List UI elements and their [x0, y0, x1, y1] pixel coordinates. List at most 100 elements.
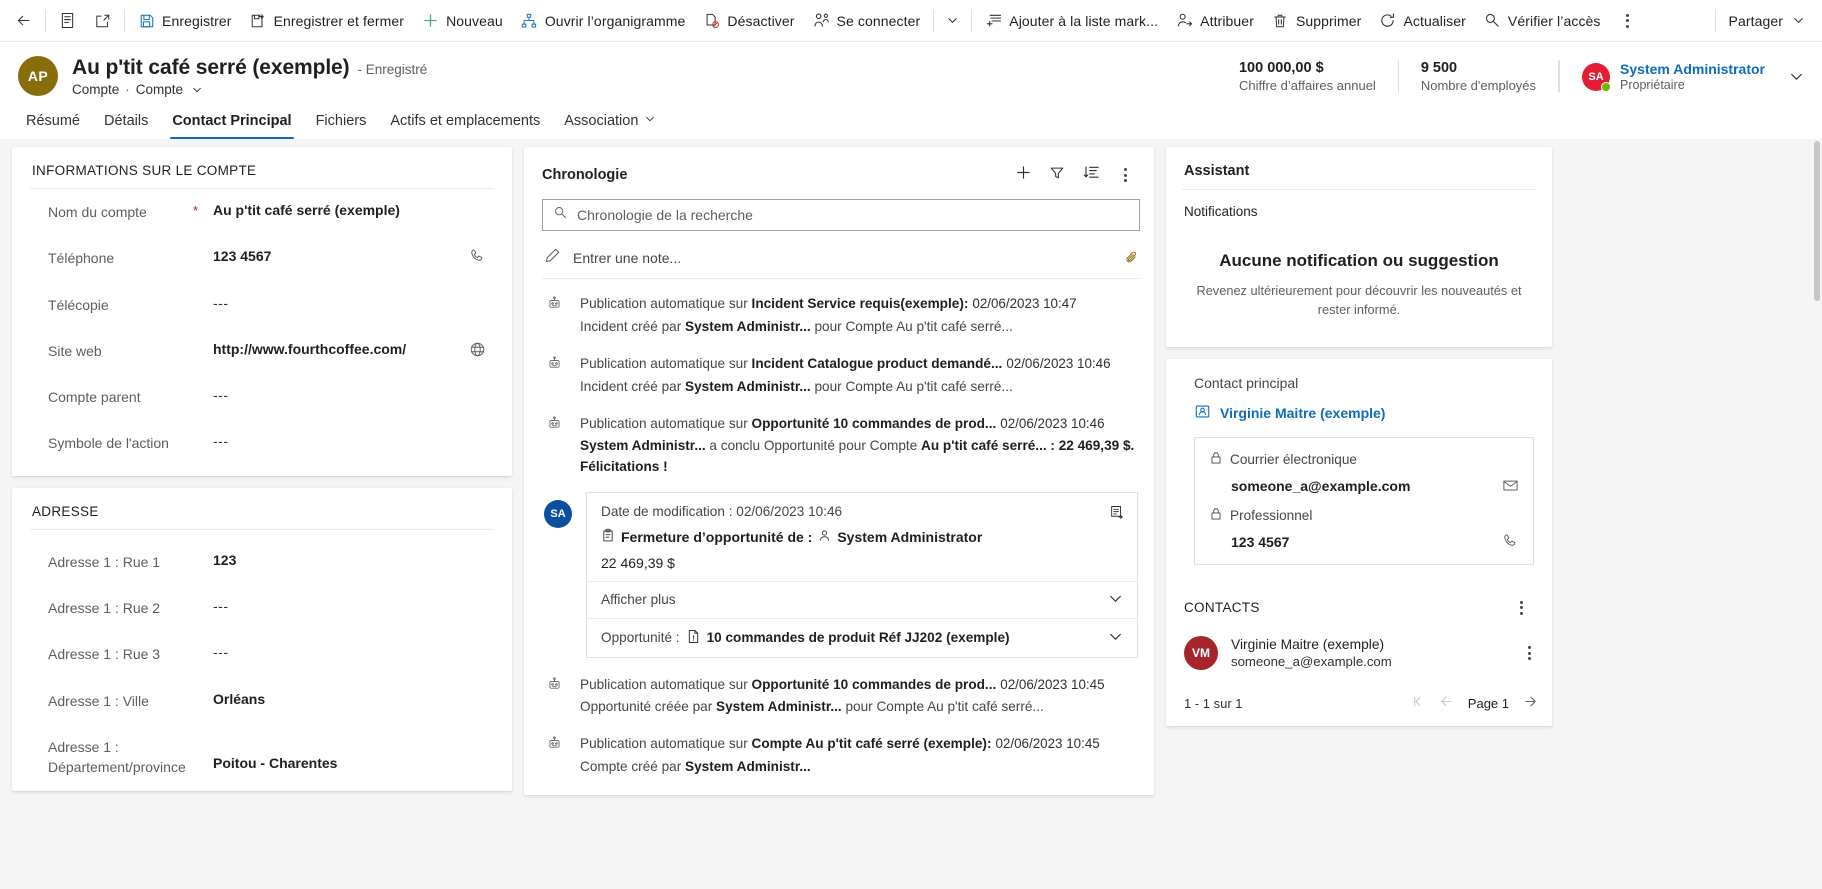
required-spacer	[193, 598, 213, 599]
breadcrumb-separator: ·	[125, 82, 130, 97]
overflow-commands-button[interactable]	[1610, 5, 1645, 37]
field-address-city[interactable]: Adresse 1 : Ville Orléans	[12, 678, 512, 724]
plus-icon	[1015, 164, 1032, 186]
field-value[interactable]: Au p'tit café serré (exemple)	[213, 202, 462, 218]
timeline-note-composer[interactable]: Entrer une note...	[542, 241, 1140, 279]
owner-field[interactable]: SA System Administrator Propriétaire	[1559, 61, 1804, 92]
field-telecopie[interactable]: Télécopie ---	[12, 282, 512, 328]
save-and-close-button[interactable]: Enregistrer et fermer	[241, 5, 413, 37]
note-placeholder[interactable]: Entrer une note...	[573, 250, 1112, 266]
mail-icon[interactable]	[1502, 477, 1519, 494]
field-account-name[interactable]: Nom du compte * Au p'tit café serré (exe…	[12, 189, 512, 235]
field-value[interactable]: Orléans	[213, 691, 462, 707]
card-related-opportunity[interactable]: Opportunité : 10 commandes de produit Ré…	[587, 617, 1137, 657]
tab-fichiers[interactable]: Fichiers	[304, 107, 379, 139]
timeline-more-commands-button[interactable]	[1110, 161, 1140, 189]
save-button[interactable]: Enregistrer	[129, 5, 241, 37]
tab-resume[interactable]: Résumé	[14, 107, 92, 139]
form-selector-button[interactable]	[50, 5, 85, 37]
email-row-value[interactable]: someone_a@example.com	[1209, 468, 1519, 494]
field-value[interactable]: ---	[213, 295, 462, 311]
chevron-down-icon[interactable]	[1108, 591, 1123, 609]
filter-button[interactable]	[1042, 161, 1072, 189]
phone-icon[interactable]	[462, 248, 492, 265]
create-timeline-record-button[interactable]	[1008, 161, 1038, 189]
field-symbole-action[interactable]: Symbole de l'action ---	[12, 420, 512, 475]
assistant-empty-title: Aucune notification ou suggestion	[1219, 251, 1499, 270]
contact-row-more-button[interactable]	[1521, 645, 1538, 662]
scrollbar-thumb[interactable]	[1814, 141, 1820, 301]
auto-post-bot-icon	[544, 733, 564, 777]
phone-value[interactable]: 123 4567	[1231, 534, 1502, 550]
tab-details[interactable]: Détails	[92, 107, 160, 139]
check-access-icon	[1484, 12, 1501, 29]
list-item[interactable]: VM Virginie Maitre (exemple) someone_a@e…	[1166, 628, 1552, 680]
chevron-down-icon[interactable]	[1108, 629, 1123, 647]
field-compte-parent[interactable]: Compte parent ---	[12, 374, 512, 420]
globe-icon[interactable]	[462, 341, 492, 358]
add-to-marketing-list-button[interactable]: Ajouter à la liste mark...	[976, 5, 1167, 37]
phone-icon[interactable]	[1502, 533, 1519, 550]
field-value[interactable]: http://www.fourthcoffee.com/	[213, 341, 462, 357]
paperclip-icon[interactable]	[1124, 250, 1140, 266]
timeline-post-item[interactable]: Publication automatique sur Incident Ser…	[542, 285, 1140, 345]
check-access-button[interactable]: Vérifier l’accès	[1475, 5, 1610, 37]
connect-button[interactable]: Se connecter	[804, 5, 930, 37]
contacts-more-commands-button[interactable]	[1505, 597, 1538, 618]
field-address-street-1[interactable]: Adresse 1 : Rue 1 123	[12, 530, 512, 585]
tab-actifs-emplacements[interactable]: Actifs et emplacements	[378, 107, 552, 139]
phone-row-value[interactable]: 123 4567	[1209, 524, 1519, 550]
back-button[interactable]	[6, 5, 41, 37]
field-value[interactable]: 123	[213, 552, 462, 568]
primary-contact-name[interactable]: Virginie Maitre (exemple)	[1220, 405, 1385, 421]
field-value[interactable]: ---	[213, 433, 462, 449]
new-button[interactable]: Nouveau	[413, 5, 512, 37]
related-value[interactable]: 10 commandes de produit Réf JJ202 (exemp…	[707, 630, 1010, 645]
share-button[interactable]: Partager	[1720, 5, 1817, 37]
contact-name[interactable]: Virginie Maitre (exemple)	[1231, 637, 1392, 652]
card-notes-icon[interactable]	[1109, 504, 1125, 525]
card-show-more-button[interactable]: Afficher plus	[587, 580, 1137, 618]
opportunity-close-card[interactable]: Date de modification : 02/06/2023 10:46 …	[586, 491, 1138, 658]
field-address-street-2[interactable]: Adresse 1 : Rue 2 ---	[12, 585, 512, 631]
post-subject: Incident Catalogue product demandé...	[751, 355, 1003, 371]
timeline-post-item[interactable]: Publication automatique sur Opportunité …	[542, 666, 1140, 726]
form-name[interactable]: Compte	[136, 82, 183, 97]
assign-button[interactable]: Attribuer	[1167, 5, 1263, 37]
tab-association[interactable]: Association	[552, 107, 668, 139]
timeline-search[interactable]	[542, 199, 1140, 231]
field-value[interactable]: Poitou - Charentes	[213, 737, 462, 771]
sort-button[interactable]	[1076, 161, 1106, 189]
field-value[interactable]: ---	[213, 644, 462, 660]
header-expand-button[interactable]	[1789, 69, 1804, 84]
timeline-post-item[interactable]: Publication automatique sur Opportunité …	[542, 405, 1140, 486]
primary-contact-link[interactable]: Virginie Maitre (exemple)	[1166, 391, 1552, 423]
refresh-button[interactable]: Actualiser	[1370, 5, 1474, 37]
field-site-web[interactable]: Site web http://www.fourthcoffee.com/	[12, 328, 512, 374]
field-value[interactable]: ---	[213, 598, 462, 614]
connect-dropdown-button[interactable]	[938, 6, 967, 35]
field-value[interactable]: 123 4567	[213, 248, 462, 264]
field-value[interactable]: ---	[213, 387, 462, 403]
owner-name[interactable]: System Administrator	[1620, 61, 1765, 77]
first-page-button[interactable]	[1410, 694, 1425, 712]
deactivate-button[interactable]: Désactiver	[694, 5, 803, 37]
popout-button[interactable]	[85, 5, 120, 37]
next-page-button[interactable]	[1523, 694, 1538, 712]
field-address-street-3[interactable]: Adresse 1 : Rue 3 ---	[12, 631, 512, 677]
timeline-post-item[interactable]: Publication automatique sur Incident Cat…	[542, 345, 1140, 405]
field-telephone[interactable]: Téléphone 123 4567	[12, 235, 512, 281]
email-value[interactable]: someone_a@example.com	[1231, 478, 1502, 494]
open-org-chart-button[interactable]: Ouvrir l’organigramme	[512, 5, 695, 37]
search-input[interactable]	[577, 207, 1129, 223]
timeline-post-item[interactable]: Publication automatique sur Compte Au p'…	[542, 725, 1140, 785]
delete-button[interactable]: Supprimer	[1263, 5, 1370, 37]
chevron-down-icon[interactable]	[191, 84, 203, 96]
save-and-close-label: Enregistrer et fermer	[273, 12, 405, 29]
page-scrollbar[interactable]	[1812, 139, 1822, 889]
previous-page-button[interactable]	[1439, 694, 1454, 712]
tab-contact-principal[interactable]: Contact Principal	[160, 107, 303, 139]
lock-icon	[1209, 451, 1223, 468]
check-access-label: Vérifier l’accès	[1507, 12, 1601, 29]
field-address-state[interactable]: Adresse 1 : Département/province Poitou …	[12, 724, 512, 791]
